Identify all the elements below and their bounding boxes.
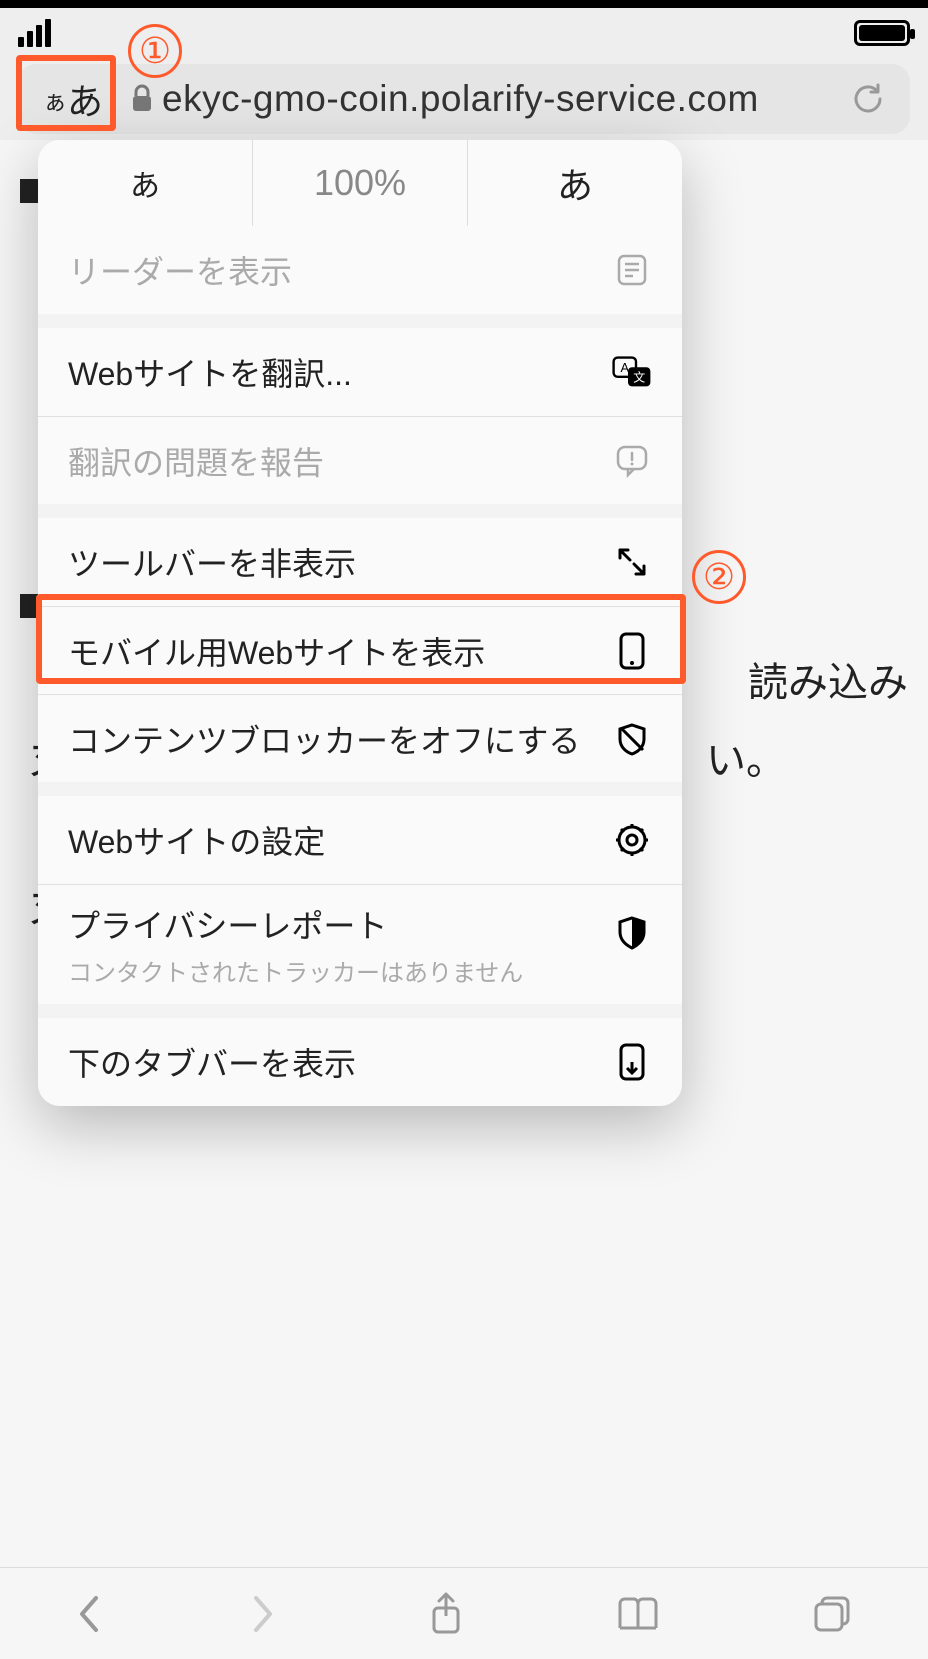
menu-show-reader: リーダーを表示 [38,226,682,314]
translate-icon: A文 [612,352,652,392]
bookmarks-icon[interactable] [614,1594,662,1634]
annotation-label-1: ① [128,20,182,78]
menu-hide-toolbar[interactable]: ツールバーを非表示 [38,518,682,606]
battery-icon [854,20,910,46]
menu-content-blockers-off[interactable]: コンテンツブロッカーをオフにする [38,694,682,782]
annotation-highlight-2 [36,594,686,684]
report-icon [612,443,652,479]
expand-icon [612,544,652,580]
reload-icon[interactable] [850,81,898,117]
tabs-icon[interactable] [810,1592,854,1636]
lock-icon [130,84,154,114]
svg-text:文: 文 [633,370,645,385]
menu-website-settings[interactable]: Webサイトの設定 [38,796,682,884]
shield-icon [612,915,652,951]
menu-translate[interactable]: Webサイトを翻訳... A文 [38,328,682,416]
bottom-toolbar [0,1567,928,1659]
tabbar-bottom-icon [612,1042,652,1082]
annotation-highlight-1 [16,55,116,131]
privacy-report-subtitle: コンタクトされたトラッカーはありません [68,953,523,988]
gear-icon [612,822,652,858]
reader-icon [612,253,652,287]
back-icon[interactable] [74,1592,102,1636]
zoom-level[interactable]: 100% [253,140,468,226]
shield-off-icon [612,721,652,757]
menu-tab-bar-bottom[interactable]: 下のタブバーを表示 [38,1018,682,1106]
forward-icon[interactable] [250,1592,278,1636]
annotation-label-2: ② [692,546,746,604]
zoom-row: あ 100% あ [38,140,682,226]
zoom-decrease[interactable]: あ [38,140,253,226]
url-text[interactable]: ekyc-gmo-coin.polarify-service.com [162,78,850,120]
menu-report-translation: 翻訳の問題を報告 [38,416,682,504]
zoom-increase[interactable]: あ [468,140,682,226]
share-icon[interactable] [426,1590,466,1638]
signal-icon [18,19,51,47]
menu-privacy-report[interactable]: プライバシーレポート コンタクトされたトラッカーはありません [38,884,682,1004]
